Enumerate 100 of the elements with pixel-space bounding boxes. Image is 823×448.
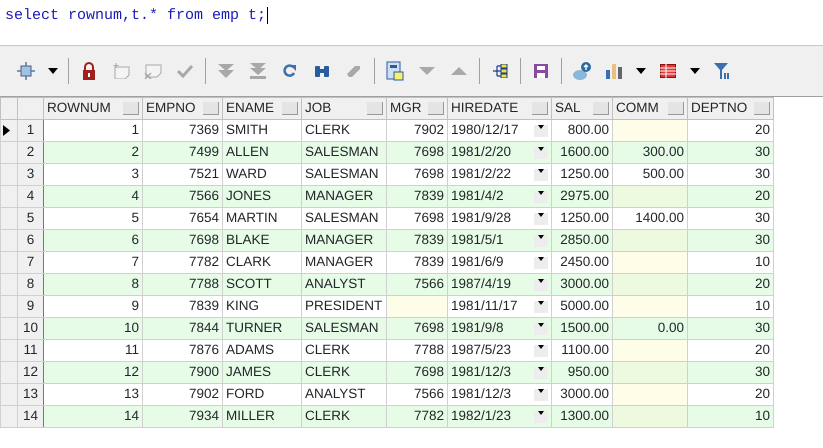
- lock-icon[interactable]: [82, 62, 96, 80]
- bar-chart-icon[interactable]: [606, 63, 622, 79]
- table-cell: 7839: [414, 232, 444, 248]
- table-cell: 300.00: [642, 144, 684, 160]
- table-cell: 20: [754, 276, 770, 292]
- tree-icon[interactable]: [492, 64, 508, 78]
- table-cell: 20: [754, 188, 770, 204]
- table-cell: 20: [754, 342, 770, 358]
- row-indicator[interactable]: [0, 208, 18, 230]
- date-dropdown-button[interactable]: [534, 168, 548, 180]
- table-cell: 7521: [188, 166, 219, 182]
- table-cell-text: 1981/6/9: [451, 253, 504, 272]
- row-indicator[interactable]: [0, 362, 18, 384]
- table-cell: 1100.00: [561, 342, 609, 358]
- caret-icon: [538, 410, 544, 414]
- table-cell-text: 1982/1/23: [451, 407, 512, 426]
- table-cell: 7902: [414, 122, 444, 138]
- header-button[interactable]: [367, 102, 383, 115]
- row-indicator[interactable]: [0, 230, 18, 252]
- table-cell: 30: [754, 364, 770, 380]
- row-indicator[interactable]: [0, 406, 18, 428]
- row-indicator[interactable]: [0, 252, 18, 274]
- table-cell: 11: [124, 342, 139, 358]
- table-cell-text: 1981/9/28: [451, 209, 512, 228]
- header-button[interactable]: [428, 102, 444, 115]
- refresh-icon[interactable]: [283, 64, 297, 78]
- row-indicator[interactable]: [0, 340, 18, 362]
- table-cell: 950.00: [568, 364, 609, 380]
- table-cell: MARTIN: [226, 210, 278, 226]
- header-button[interactable]: [593, 102, 609, 115]
- caret-icon: [538, 366, 544, 370]
- table-cell-text: 1981/4/2: [451, 187, 504, 206]
- row-indicator[interactable]: [0, 384, 18, 406]
- sql-editor-text[interactable]: select rownum,t.* from emp t;: [5, 7, 268, 24]
- table-cell: 10: [754, 408, 770, 424]
- caret-icon: [538, 344, 544, 348]
- caret-icon: [538, 322, 544, 326]
- table-cell: SMITH: [226, 122, 268, 138]
- row-indicator[interactable]: [0, 318, 18, 340]
- date-dropdown-button[interactable]: [534, 300, 548, 312]
- table-cell-text: 1981/5/1: [451, 231, 504, 250]
- table-cell: 30: [754, 232, 770, 248]
- table-cell: 7499: [188, 144, 219, 160]
- table-cell: 7900: [188, 364, 219, 380]
- table-cell-text: 1981/2/20: [451, 143, 512, 162]
- table-cell: WARD: [226, 166, 267, 182]
- caret-icon[interactable]: [690, 68, 700, 74]
- header-button[interactable]: [203, 102, 219, 115]
- table-cell: 0.00: [658, 320, 684, 336]
- date-dropdown-button[interactable]: [534, 212, 548, 224]
- table-cell: SCOTT: [226, 276, 272, 292]
- table-icon[interactable]: [660, 64, 676, 78]
- date-dropdown-button[interactable]: [534, 278, 548, 290]
- table-cell: 1250.00: [560, 166, 609, 182]
- binoculars-icon[interactable]: [314, 64, 330, 78]
- table-cell: TURNER: [226, 320, 282, 336]
- date-dropdown-button[interactable]: [534, 124, 548, 136]
- table-cell: 7698: [414, 144, 444, 160]
- header-button[interactable]: [532, 102, 548, 115]
- table-cell: 2975.00: [560, 188, 609, 204]
- save-icon[interactable]: [533, 63, 549, 79]
- table-cell: 3000.00: [560, 386, 609, 402]
- table-cell: 13: [124, 386, 139, 402]
- date-dropdown-button[interactable]: [534, 322, 548, 334]
- table-cell-text: 1980/12/17: [451, 121, 519, 140]
- date-dropdown-button[interactable]: [534, 190, 548, 202]
- date-dropdown-button[interactable]: [534, 366, 548, 378]
- row-indicator[interactable]: [0, 164, 18, 186]
- row-indicator[interactable]: [0, 186, 18, 208]
- date-dropdown-button[interactable]: [534, 256, 548, 268]
- row-indicator[interactable]: [0, 274, 18, 296]
- header-button[interactable]: [282, 102, 298, 115]
- row-indicator[interactable]: [0, 142, 18, 164]
- date-dropdown-button[interactable]: [534, 388, 548, 400]
- select-icon[interactable]: [16, 61, 36, 81]
- caret-icon[interactable]: [48, 68, 58, 74]
- table-cell: 7566: [188, 188, 219, 204]
- table-cell: 9: [131, 298, 139, 314]
- row-indicator[interactable]: [0, 296, 18, 318]
- filter-icon[interactable]: [714, 63, 730, 79]
- header-button[interactable]: [123, 102, 139, 115]
- table-cell: SALESMAN: [305, 210, 379, 226]
- table-cell: 7698: [188, 232, 219, 248]
- table-cell: 7566: [414, 386, 444, 402]
- header-button[interactable]: [754, 102, 770, 115]
- date-dropdown-button[interactable]: [534, 234, 548, 246]
- form-icon[interactable]: [386, 61, 404, 81]
- table-cell: MANAGER: [305, 188, 374, 204]
- date-dropdown-button[interactable]: [534, 146, 548, 158]
- caret-icon: [538, 388, 544, 392]
- caret-icon[interactable]: [636, 68, 646, 74]
- table-cell: 7839: [414, 188, 444, 204]
- table-cell: BLAKE: [226, 232, 270, 248]
- header-button[interactable]: [668, 102, 684, 115]
- date-dropdown-button[interactable]: [534, 410, 548, 422]
- table-cell: 1300.00: [560, 408, 609, 424]
- database-upload-icon[interactable]: [571, 61, 593, 81]
- caret-icon: [538, 212, 544, 216]
- table-cell: 7844: [188, 320, 219, 336]
- date-dropdown-button[interactable]: [534, 344, 548, 356]
